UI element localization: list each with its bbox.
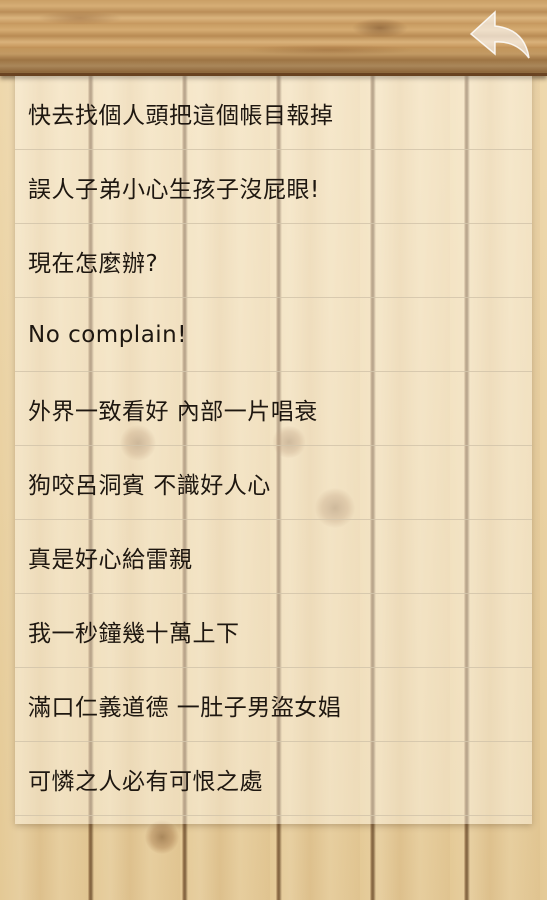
list-item-text: 滿口仁義道德 一肚子男盜女娼 — [28, 694, 342, 721]
list-item[interactable]: 可憐之人必有可恨之處 — [15, 742, 532, 816]
top-bar — [0, 0, 547, 76]
wood-knot — [145, 820, 179, 854]
list-item-text: 我一秒鐘幾十萬上下 — [28, 620, 240, 647]
list-item-text: 狗咬呂洞賓 不識好人心 — [28, 472, 271, 499]
list-item-text: 快去找個人頭把這個帳目報掉 — [28, 102, 334, 129]
list-item[interactable]: 誤人子弟小心生孩子沒屁眼! — [15, 150, 532, 224]
phrase-list: 快去找個人頭把這個帳目報掉 誤人子弟小心生孩子沒屁眼! 現在怎麼辦? No co… — [15, 76, 532, 816]
list-item-text: 現在怎麼辦? — [28, 250, 159, 277]
list-item-text: 誤人子弟小心生孩子沒屁眼! — [28, 176, 320, 203]
list-item-text: 真是好心給雷親 — [28, 546, 193, 573]
list-item[interactable]: 現在怎麼辦? — [15, 224, 532, 298]
list-item-text: 可憐之人必有可恨之處 — [28, 768, 263, 795]
back-arrow-icon — [469, 10, 530, 59]
list-item[interactable]: 外界一致看好 內部一片唱衰 — [15, 372, 532, 446]
list-item[interactable]: No complain! — [15, 298, 532, 372]
phrase-list-panel: 快去找個人頭把這個帳目報掉 誤人子弟小心生孩子沒屁眼! 現在怎麼辦? No co… — [15, 76, 532, 824]
list-item[interactable]: 我一秒鐘幾十萬上下 — [15, 594, 532, 668]
list-item[interactable]: 滿口仁義道德 一肚子男盜女娼 — [15, 668, 532, 742]
list-item[interactable]: 快去找個人頭把這個帳目報掉 — [15, 76, 532, 150]
list-item-text: 外界一致看好 內部一片唱衰 — [28, 398, 318, 425]
list-item[interactable]: 真是好心給雷親 — [15, 520, 532, 594]
list-item-text: No complain! — [28, 321, 187, 348]
list-item[interactable]: 狗咬呂洞賓 不識好人心 — [15, 446, 532, 520]
back-button[interactable] — [465, 6, 533, 62]
